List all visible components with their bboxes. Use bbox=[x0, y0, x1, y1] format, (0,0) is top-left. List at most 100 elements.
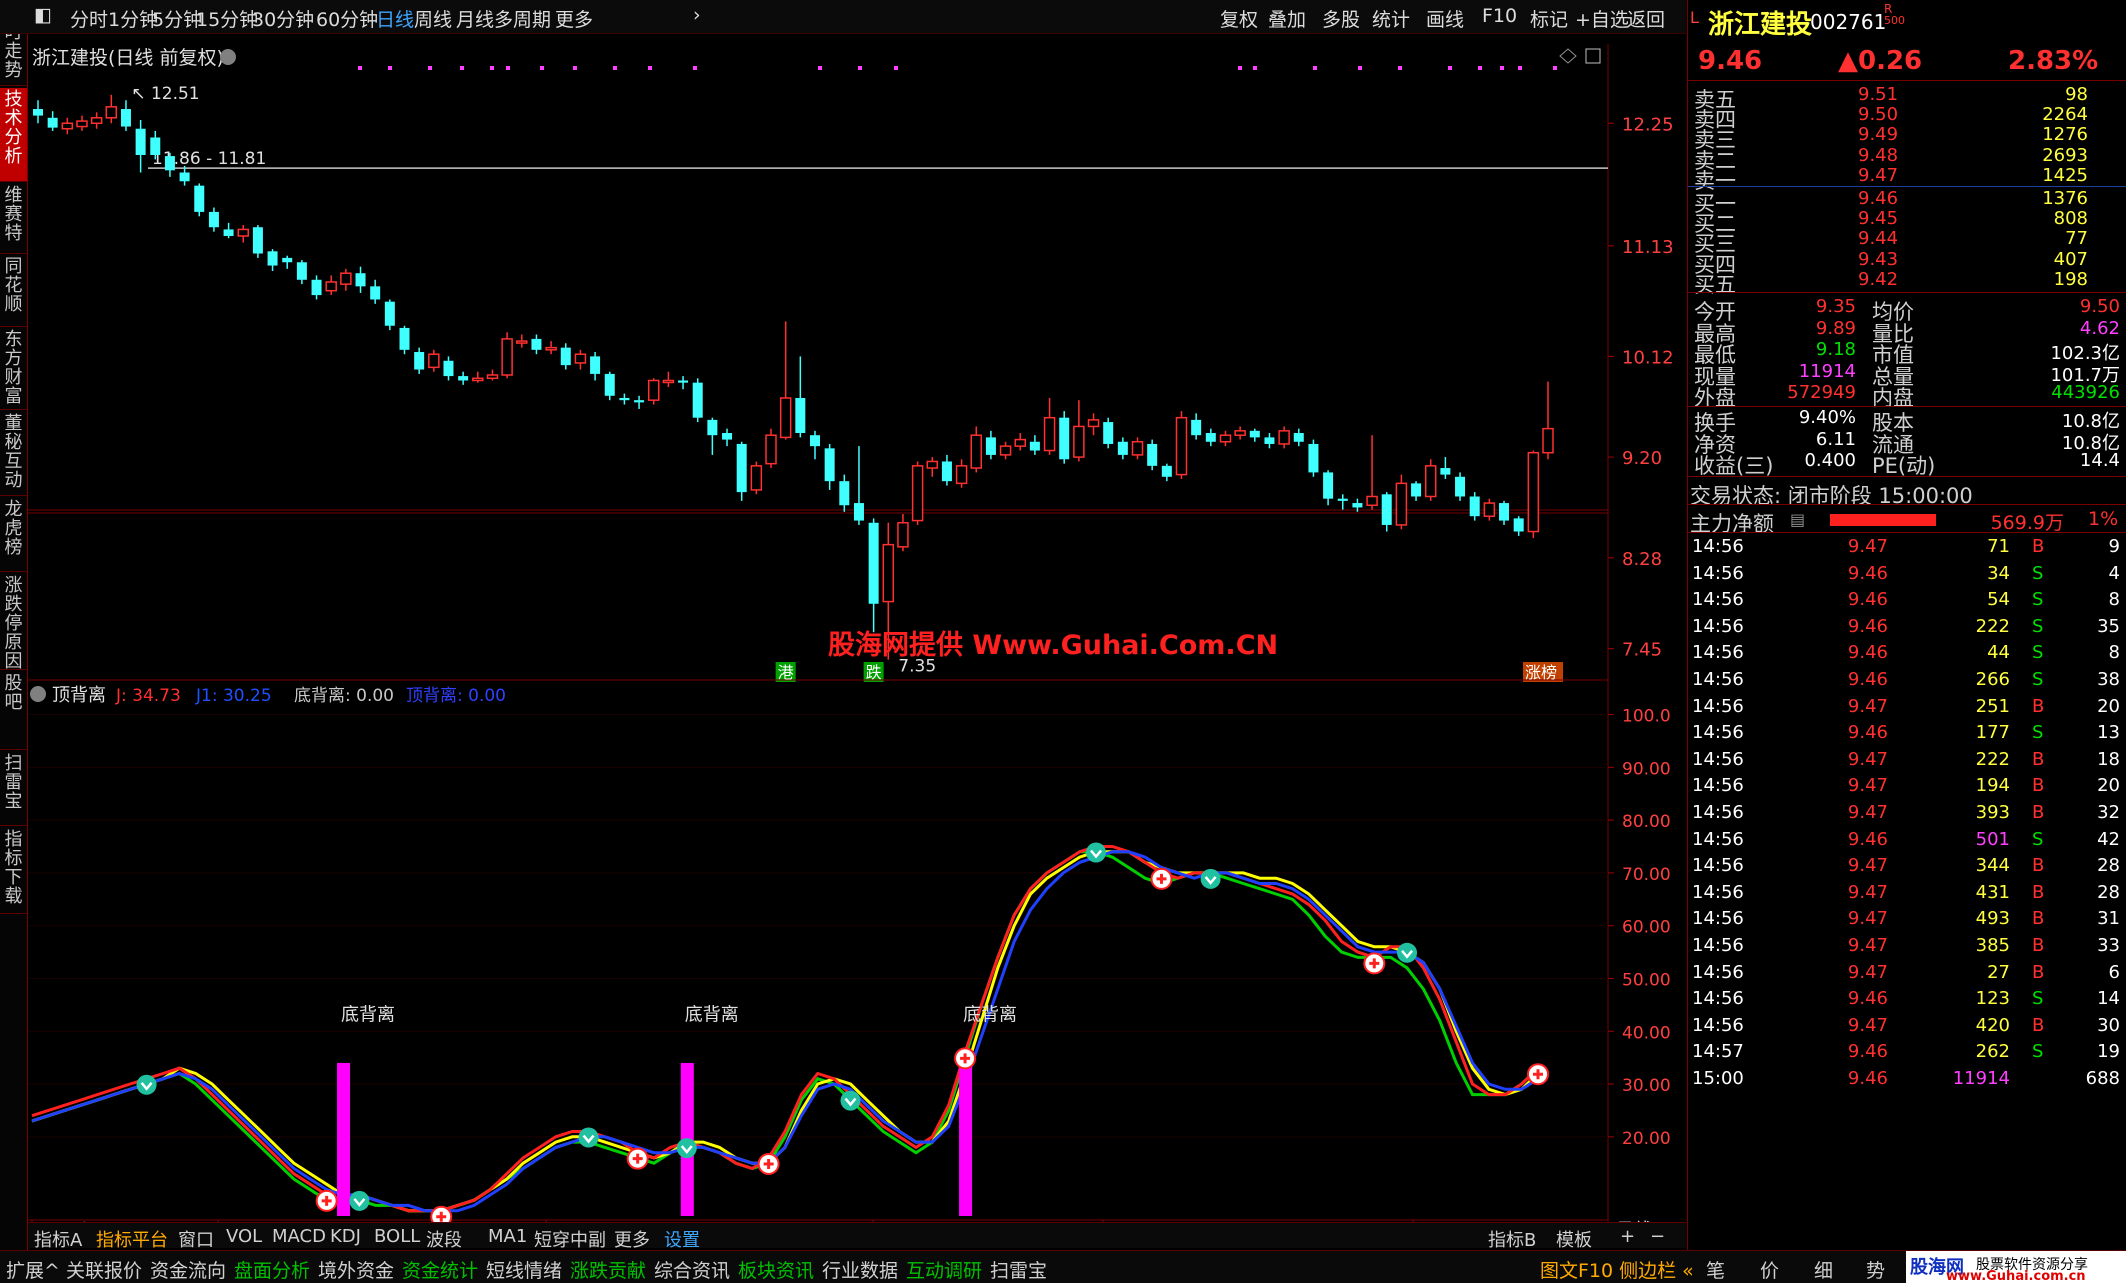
sidebar-item[interactable]: 维赛特 bbox=[0, 184, 27, 254]
sidebar-item[interactable]: 指标下载 bbox=[0, 828, 27, 914]
period-tab[interactable]: 30分钟 bbox=[252, 5, 314, 32]
tick-price: 9.46 bbox=[1847, 1068, 1888, 1089]
period-tab[interactable]: 多周期 bbox=[494, 5, 551, 32]
toolbar-button[interactable]: +自选 bbox=[1575, 5, 1629, 32]
period-tab[interactable]: 5分钟 bbox=[152, 5, 202, 32]
function-tab[interactable]: 综合资讯 bbox=[654, 1256, 730, 1283]
dropdown-icon[interactable] bbox=[220, 49, 236, 65]
toolbar-button[interactable]: 叠加 bbox=[1268, 5, 1306, 32]
function-tab[interactable]: 扩展^ bbox=[6, 1256, 60, 1283]
indicator-tab[interactable]: 更多 bbox=[614, 1226, 650, 1252]
sidebar-toggle[interactable]: 图文F10 侧边栏 « bbox=[1540, 1256, 1694, 1283]
period-tab[interactable]: 更多 bbox=[555, 5, 593, 32]
tick-side: B bbox=[2032, 935, 2045, 956]
list-icon[interactable]: ▤ bbox=[1790, 510, 1805, 529]
indicator-tab[interactable]: 波段 bbox=[426, 1226, 462, 1252]
tick-volume: 71 bbox=[1987, 536, 2010, 557]
indicator-tab[interactable]: 窗口 bbox=[178, 1226, 214, 1252]
function-tab[interactable]: 短线情绪 bbox=[486, 1256, 562, 1283]
tick-count: 6 bbox=[2108, 961, 2120, 983]
layout-icon[interactable]: ◧ bbox=[34, 4, 52, 26]
indicator-tab[interactable]: 短穿中副 bbox=[534, 1226, 606, 1252]
quote-tab[interactable]: 势 bbox=[1866, 1256, 1885, 1283]
candle bbox=[47, 111, 58, 131]
dropdown-icon[interactable] bbox=[30, 686, 46, 702]
function-tab[interactable]: 资金统计 bbox=[402, 1256, 478, 1283]
maximize-icon[interactable] bbox=[1585, 48, 1601, 64]
toolbar-button[interactable]: 标记 bbox=[1530, 5, 1568, 32]
indicator-tab[interactable]: 指标平台 bbox=[96, 1226, 168, 1252]
function-tab[interactable]: 涨跌贡献 bbox=[570, 1256, 646, 1283]
indicator-tab[interactable]: MACD bbox=[272, 1226, 326, 1247]
sidebar-item[interactable]: 技术分析 bbox=[0, 88, 27, 182]
event-marker[interactable]: 涨榜 bbox=[1523, 662, 1563, 682]
logo-url: www.Guhai.com.cn bbox=[1946, 1269, 2086, 1283]
sidebar-item[interactable]: 同花顺 bbox=[0, 255, 27, 327]
tick-time: 14:56 bbox=[1692, 1014, 1744, 1036]
toolbar-button[interactable]: 多股 bbox=[1322, 5, 1360, 32]
signal-dot bbox=[428, 66, 432, 70]
toolbar-button[interactable]: 返回 bbox=[1627, 5, 1665, 32]
diamond-icon[interactable] bbox=[1559, 48, 1577, 64]
tick-time: 15:00 bbox=[1692, 1068, 1744, 1089]
period-tab[interactable]: 15分钟 bbox=[196, 5, 258, 32]
sidebar-item[interactable]: 董秘互动 bbox=[0, 412, 27, 496]
function-tab[interactable]: 关联报价 bbox=[66, 1256, 142, 1283]
event-marker[interactable]: 跌 bbox=[863, 662, 884, 682]
chart-area[interactable]: 12.2511.1310.129.208.287.4511.86 - 11.81… bbox=[28, 34, 1686, 1242]
sidebar-item[interactable]: 扫雷宝 bbox=[0, 752, 27, 826]
period-tab[interactable]: 分时 bbox=[70, 5, 108, 32]
divider bbox=[1688, 476, 2126, 477]
toolbar-button[interactable]: 统计 bbox=[1372, 5, 1410, 32]
period-tab[interactable]: 月线 bbox=[456, 5, 494, 32]
candle bbox=[1293, 428, 1304, 447]
quote-tab[interactable]: 价 bbox=[1760, 1256, 1779, 1283]
function-tab[interactable]: 扫雷宝 bbox=[990, 1256, 1047, 1283]
svg-text:涨榜: 涨榜 bbox=[1525, 663, 1557, 682]
function-tab[interactable]: 资金流向 bbox=[150, 1256, 226, 1283]
indicator-button[interactable]: 指标B bbox=[1488, 1226, 1536, 1252]
sidebar-item[interactable]: 涨跌停原因 bbox=[0, 574, 27, 671]
main-flow-pct: 1% bbox=[2088, 508, 2119, 530]
toolbar-button[interactable]: F10 bbox=[1482, 5, 1517, 27]
tick-volume: 27 bbox=[1987, 961, 2010, 983]
quote-tab[interactable]: 笔 bbox=[1706, 1256, 1725, 1283]
function-tab[interactable]: 行业数据 bbox=[822, 1256, 898, 1283]
indicator-button[interactable]: − bbox=[1650, 1226, 1665, 1247]
indicator-tab[interactable]: KDJ bbox=[330, 1226, 361, 1247]
candle bbox=[1059, 411, 1070, 464]
tick-side: B bbox=[2032, 1014, 2045, 1036]
period-tab[interactable]: 1分钟 bbox=[108, 5, 158, 32]
function-tab[interactable]: 互动调研 bbox=[906, 1256, 982, 1283]
period-tab[interactable]: 周线 bbox=[414, 5, 452, 32]
toolbar-button[interactable]: 画线 bbox=[1426, 5, 1464, 32]
tick-time: 14:56 bbox=[1692, 855, 1744, 877]
indicator-button[interactable]: 模板 bbox=[1556, 1226, 1592, 1252]
ask-volume: 1276 bbox=[2042, 124, 2088, 146]
indicator-tab[interactable]: BOLL bbox=[374, 1226, 420, 1247]
indicator-tab[interactable]: VOL bbox=[226, 1226, 262, 1247]
chevron-right-icon[interactable]: › bbox=[693, 4, 701, 26]
function-tab[interactable]: 盘面分析 bbox=[234, 1256, 310, 1283]
sidebar-item[interactable]: 龙虎榜 bbox=[0, 498, 27, 572]
candle bbox=[926, 457, 939, 477]
sidebar-item[interactable]: 股吧 bbox=[0, 672, 27, 750]
indicator-tab[interactable]: 设置 bbox=[664, 1226, 700, 1252]
stat-value: 4.62 bbox=[2079, 317, 2120, 339]
event-marker[interactable]: 港 bbox=[775, 662, 796, 682]
signal-dot bbox=[388, 66, 392, 70]
indicator-tab[interactable]: MA1 bbox=[488, 1226, 527, 1247]
tick-volume: 123 bbox=[1975, 988, 2010, 1010]
tick-side: B bbox=[2032, 748, 2045, 770]
function-tab[interactable]: 境外资金 bbox=[318, 1256, 394, 1283]
toolbar-button[interactable]: 复权 bbox=[1220, 5, 1258, 32]
candle bbox=[1455, 472, 1466, 501]
sidebar-item[interactable]: 东方财富 bbox=[0, 328, 27, 410]
quote-tab[interactable]: 细 bbox=[1814, 1256, 1833, 1283]
function-tab[interactable]: 板块资讯 bbox=[738, 1256, 814, 1283]
candle bbox=[486, 369, 499, 381]
period-tab[interactable]: 日线 bbox=[376, 5, 414, 32]
indicator-button[interactable]: + bbox=[1620, 1226, 1635, 1247]
indicator-tab[interactable]: 指标A bbox=[34, 1226, 82, 1252]
period-tab[interactable]: 60分钟 bbox=[316, 5, 378, 32]
